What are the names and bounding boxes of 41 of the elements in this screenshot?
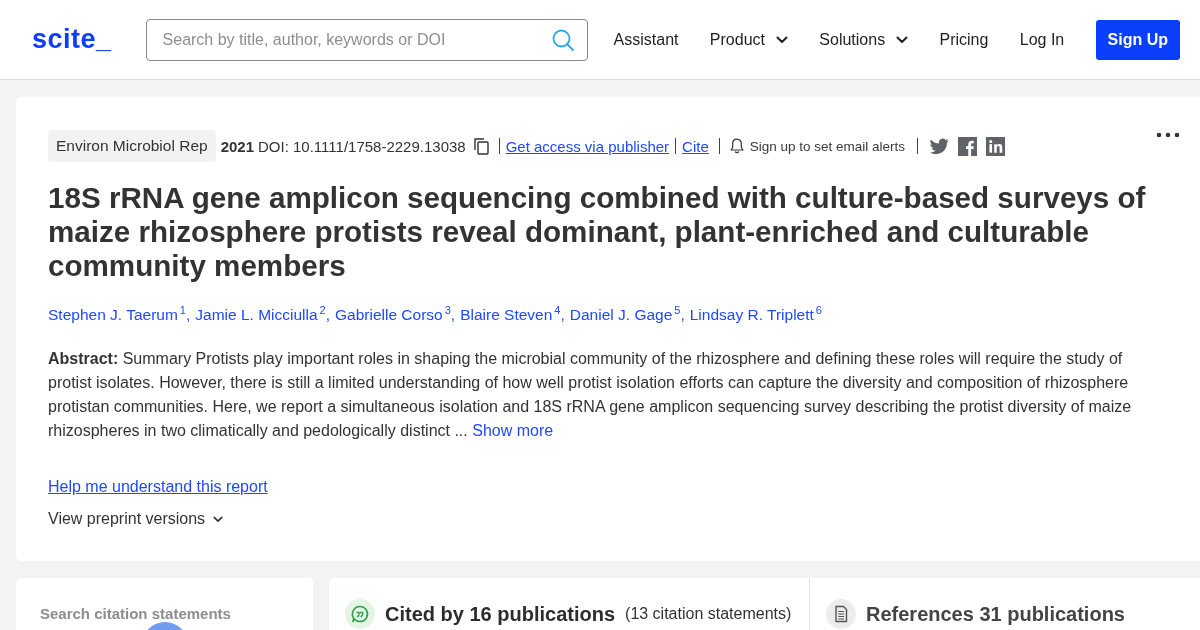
nav-link[interactable]: Log In [1019, 30, 1065, 49]
help-link[interactable]: Help me understand this report [48, 475, 268, 500]
nav-dropdown[interactable]: Product [709, 30, 788, 49]
abstract-text: Abstract: Summary Protists play important roles in shaping the microbial community of the rhizosphere and defining these roles will require the study of protist isolates. However, there is still a limited understanding of how well protist isolation efforts can capture the diversity and composition of rhizosphere protistan communities. Here, we report a simultaneous isolation and 18S rRNA gene amplicon sequencing survey describing the protist diversity of maize rhizospheres in two climatically and pedologically distinct ... Show more [48, 349, 1133, 442]
author-link[interactable]: Daniel J. Gage$^{5}$, [569, 298, 685, 328]
show-more-link[interactable]: Show more [472, 422, 554, 440]
nav-link[interactable]: Assistant [613, 30, 679, 49]
email-alerts-link[interactable]: Sign up to set email alerts [749, 138, 906, 154]
article-title: 18S rRNA gene amplicon sequencing combined with culture-based surveys of maize rhizosphere protists reveal dominant, plant-enriched and culturable community members [48, 181, 1147, 283]
bell-icon[interactable] [729, 138, 744, 154]
author-link[interactable]: Lindsay R. Triplett$^{6}$ [689, 298, 822, 328]
author-link[interactable]: Blaire Steven$^{4}$, [460, 298, 565, 328]
sign-up-button[interactable]: Sign Up [1095, 19, 1180, 60]
nav-dropdown[interactable]: Solutions [819, 30, 909, 49]
journal-tag: Environ Microbiol Rep [48, 130, 216, 162]
citation-search-label: Search citation statements [40, 606, 231, 623]
caret-icon [775, 35, 788, 44]
search-icon[interactable] [551, 28, 574, 51]
author-link[interactable]: Stephen J. Taerum$^{1}$, [48, 298, 191, 328]
quote-bubble-icon [345, 599, 375, 630]
caret-icon [896, 35, 909, 44]
cite-link[interactable]: Cite [682, 137, 709, 155]
citation-count-note: (13 citation statements) [625, 604, 792, 625]
more-icon[interactable] [1156, 132, 1180, 138]
doi-text: DOI: 10.1111/1758-2229.13038 [258, 137, 466, 155]
publisher-access-link[interactable]: Get access via publisher [505, 137, 670, 155]
copy-icon[interactable] [473, 137, 489, 155]
document-icon [826, 599, 856, 630]
author-link[interactable]: Gabrielle Corso$^{3}$, [335, 298, 456, 328]
preprint-versions-toggle[interactable]: View preprint versions [48, 507, 224, 532]
facebook-icon[interactable] [958, 136, 978, 156]
nav-link[interactable]: Pricing [939, 30, 989, 49]
year-text: 2021 [220, 137, 254, 155]
bird-icon[interactable] [930, 136, 950, 156]
logo[interactable]: scite_ [32, 24, 112, 55]
search-field[interactable]: Search by title, author, keywords or DOI [145, 18, 588, 61]
caret-icon [213, 515, 224, 523]
cited-by-heading[interactable]: Cited by 16 publications [385, 602, 616, 627]
linkedin-icon[interactable] [986, 136, 1006, 156]
author-link[interactable]: Jamie L. Micciulla$^{2}$, [195, 298, 330, 328]
references-heading[interactable]: References 31 publications [866, 602, 1125, 627]
